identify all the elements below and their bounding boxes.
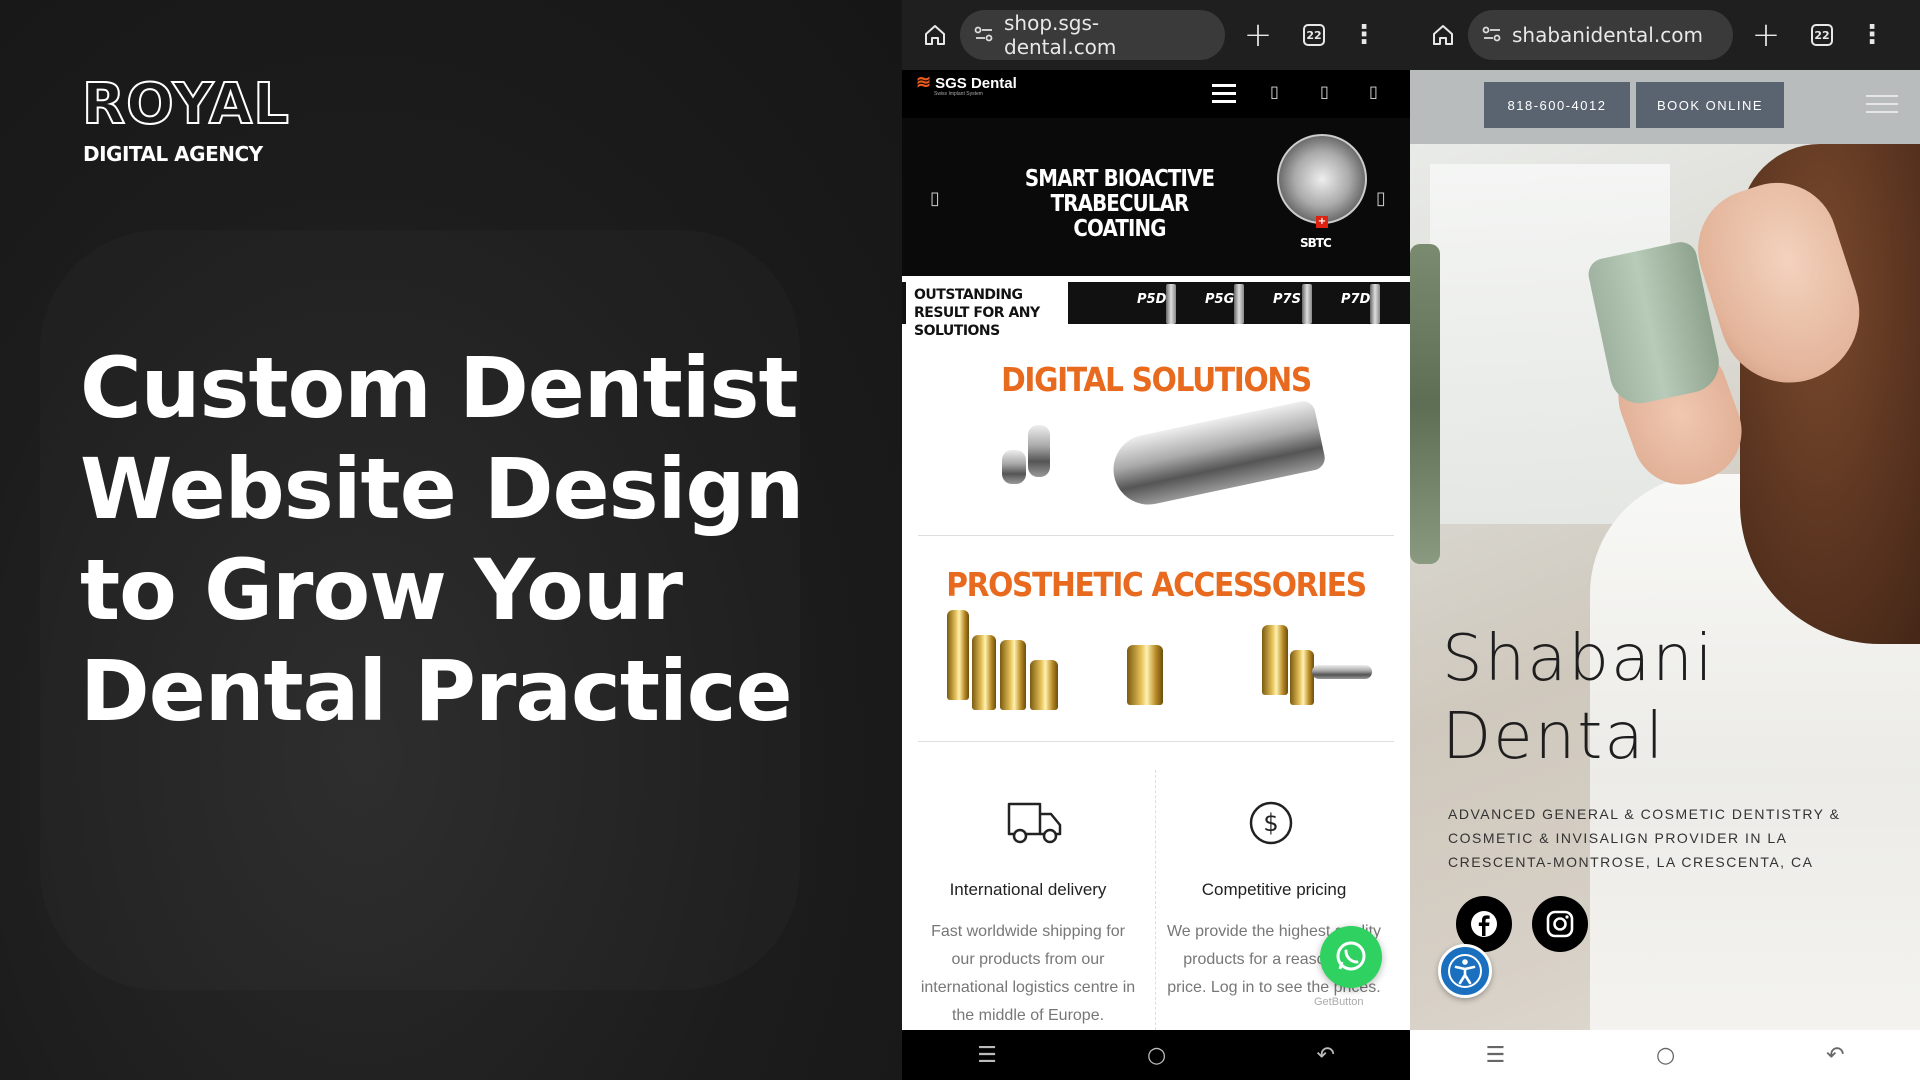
- more-menu-icon[interactable]: ⋮: [1859, 22, 1885, 48]
- book-online-button[interactable]: BOOK ONLINE: [1636, 82, 1784, 128]
- new-tab-icon[interactable]: +: [1233, 15, 1283, 55]
- home-button-icon[interactable]: ○: [1147, 1043, 1166, 1068]
- feature-divider: [1155, 770, 1156, 1030]
- site-subtitle: ADVANCED GENERAL & COSMETIC DENTISTRY & …: [1448, 806, 1841, 870]
- feature-text: Fast worldwide shipping for our products…: [920, 923, 1136, 1024]
- hero-title: SMART BIOACTIVE TRABECULAR COATING: [1024, 166, 1215, 242]
- site-logo[interactable]: ≋ SGS Dental Swiss Implant System: [916, 72, 1017, 97]
- home-icon[interactable]: [910, 0, 960, 70]
- svg-text:$: $: [1263, 809, 1278, 837]
- plant-background: [1410, 244, 1440, 564]
- hamburger-menu-icon[interactable]: [1866, 95, 1898, 119]
- swiss-flag-icon: +: [1316, 216, 1328, 228]
- more-menu-icon[interactable]: ⋮: [1351, 22, 1377, 48]
- address-bar[interactable]: shop.sgs-dental.com: [960, 10, 1225, 60]
- gold-abutment-image: [972, 635, 996, 710]
- implant-label: P5G: [1205, 292, 1235, 307]
- implant-label: P5D: [1137, 292, 1167, 307]
- browser-toolbar: shop.sgs-dental.com + 22 ⋮: [902, 0, 1410, 70]
- gold-abutment-image: [947, 610, 969, 700]
- slider-prev-icon[interactable]: ▯: [930, 188, 940, 209]
- account-icon[interactable]: ▯: [1320, 82, 1329, 101]
- tab-switcher-icon[interactable]: 22: [1303, 24, 1325, 46]
- browser-toolbar: shabanidental.com + 22 ⋮: [1410, 0, 1920, 70]
- feature-title: International delivery: [949, 880, 1107, 899]
- recent-apps-icon[interactable]: ☰: [977, 1043, 997, 1068]
- hamburger-menu-icon[interactable]: [1212, 84, 1236, 108]
- sbtc-badge: SBTC: [1300, 236, 1332, 250]
- cart-icon[interactable]: ▯: [1369, 82, 1378, 101]
- site-title: Shabani Dental: [1442, 620, 1742, 776]
- phone-sgs-dental: shop.sgs-dental.com + 22 ⋮ ≋ SGS Dental Sw…: [902, 0, 1410, 1080]
- gold-abutment-image: [1290, 650, 1314, 705]
- home-icon[interactable]: [1418, 0, 1468, 70]
- gold-abutment-image: [1262, 625, 1288, 695]
- tab-switcher-icon[interactable]: 22: [1811, 24, 1833, 46]
- digital-solutions-title[interactable]: DIGITAL SOLUTIONS: [927, 360, 1384, 399]
- search-icon[interactable]: ▯: [1270, 82, 1279, 101]
- whatsapp-icon[interactable]: [1320, 926, 1382, 988]
- strip-headline: OUTSTANDING RESULT FOR ANY SOLUTIONS: [906, 282, 1068, 339]
- back-icon[interactable]: ↶: [1826, 1043, 1844, 1068]
- android-nav-bar: ☰ ○ ↶: [1410, 1030, 1920, 1080]
- logo-wordmark: ROYAL: [81, 71, 290, 138]
- feature-title: Competitive pricing: [1201, 880, 1347, 899]
- url-text: shabanidental.com: [1512, 23, 1703, 47]
- implant-image: [1234, 284, 1244, 324]
- truck-icon: [1006, 798, 1064, 850]
- home-button-icon[interactable]: ○: [1656, 1043, 1675, 1068]
- address-bar[interactable]: shabanidental.com: [1468, 10, 1733, 60]
- section-divider: [918, 535, 1394, 536]
- gold-abutment-image: [1000, 640, 1026, 710]
- dollar-icon: $: [1248, 800, 1294, 850]
- back-icon[interactable]: ↶: [1316, 1043, 1334, 1068]
- site-settings-icon[interactable]: [1482, 23, 1502, 47]
- prosthetic-accessories-title[interactable]: PROSTHETIC ACCESSORIES: [927, 565, 1384, 604]
- getbutton-credit[interactable]: GetButton: [1314, 996, 1364, 1008]
- implant-image: [1166, 284, 1176, 324]
- site-title-text: Shabani Dental: [1442, 622, 1715, 774]
- screw-image: [1312, 665, 1372, 679]
- abutment-image: [1028, 425, 1050, 477]
- accessibility-icon[interactable]: [1438, 944, 1492, 998]
- implant-image: [1302, 284, 1312, 324]
- implant-label: P7D: [1341, 292, 1371, 307]
- promo-panel: ROYAL DIGITAL AGENCY Custom Dentist Webs…: [0, 0, 902, 1080]
- section-divider: [918, 741, 1394, 742]
- android-nav-bar: ☰ ○ ↶: [902, 1030, 1410, 1080]
- flame-icon: ≋: [916, 72, 932, 92]
- gold-abutment-image: [1030, 660, 1058, 710]
- slider-next-icon[interactable]: ▯: [1376, 188, 1386, 209]
- site-settings-icon[interactable]: [974, 23, 994, 47]
- recent-apps-icon[interactable]: ☰: [1485, 1043, 1505, 1068]
- logo-subtitle: DIGITAL AGENCY: [83, 142, 263, 166]
- url-text: shop.sgs-dental.com: [1004, 11, 1117, 59]
- coating-image: [1277, 134, 1367, 224]
- headline: Custom Dentist Website Design to Grow Yo…: [80, 339, 804, 740]
- implant-label: P7S: [1273, 292, 1301, 307]
- abutment-image: [1002, 450, 1026, 484]
- phone-shabani-dental: shabanidental.com + 22 ⋮ 818-600-4012 BO…: [1410, 0, 1920, 1080]
- implant-image: [1370, 284, 1380, 324]
- phone-button[interactable]: 818-600-4012: [1484, 82, 1630, 128]
- new-tab-icon[interactable]: +: [1741, 15, 1791, 55]
- instagram-icon[interactable]: [1532, 896, 1588, 952]
- gold-abutment-image: [1127, 645, 1163, 705]
